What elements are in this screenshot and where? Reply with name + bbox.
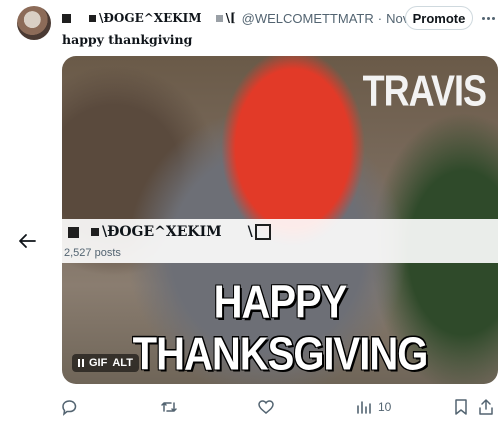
name-square-icon: [89, 14, 96, 22]
action-bar: 10: [0, 394, 500, 420]
views-count: 10: [378, 400, 392, 414]
views-button[interactable]: 10: [356, 396, 391, 418]
brand-overlay: TRAVIS: [362, 66, 487, 116]
profile-hover-card[interactable]: \ÐOGE^XEKIM \ 2,527 posts: [62, 219, 498, 263]
share-button[interactable]: [478, 396, 494, 418]
more-icon[interactable]: [481, 8, 495, 28]
gif-badge[interactable]: GIF ALT: [72, 354, 139, 372]
handle-glyph: \[: [225, 11, 236, 25]
arrow-left-icon[interactable]: [17, 232, 37, 250]
display-name-text: \ÐOGE^XEKIM: [99, 11, 202, 25]
share-icon: [479, 399, 493, 415]
gif-label: GIF: [89, 357, 108, 369]
alt-label[interactable]: ALT: [112, 357, 133, 369]
repost-icon: [161, 402, 177, 412]
bookmark-icon: [455, 399, 467, 415]
separator-dot: ·: [377, 10, 383, 26]
like-icon: [258, 400, 274, 414]
repost-button[interactable]: [160, 396, 178, 418]
pause-icon[interactable]: [78, 359, 84, 367]
hover-card-display-name: \ÐOGE^XEKIM: [102, 224, 222, 240]
name-block-icon: [62, 13, 71, 23]
reply-icon: [62, 400, 77, 416]
handle-square-icon: [215, 14, 223, 22]
display-name[interactable]: \ÐOGE^XEKIM: [89, 11, 202, 25]
like-button[interactable]: [257, 396, 275, 418]
hover-card-suffix: \: [247, 224, 253, 240]
bookmark-button[interactable]: [453, 396, 469, 418]
hover-card-square-icon: [68, 226, 79, 238]
reply-button[interactable]: [60, 396, 78, 418]
post-text: happy thankgiving: [62, 32, 193, 47]
promote-button[interactable]: Promote: [405, 6, 473, 30]
views-icon: [357, 401, 371, 414]
handle: @WELCOMETTMATR: [241, 10, 374, 26]
post-header: \ÐOGE^XEKIM \[ @WELCOMETTMATR · Nov 23: [62, 8, 427, 28]
hover-card-box-icon: [254, 224, 271, 240]
hover-card-name[interactable]: \ÐOGE^XEKIM \: [68, 224, 271, 240]
posts-count: 2,527 posts: [64, 247, 121, 259]
avatar[interactable]: [17, 6, 51, 40]
hover-card-small-square-icon: [91, 228, 99, 236]
handle-block[interactable]: \[ @WELCOMETTMATR · Nov 23: [215, 10, 427, 26]
